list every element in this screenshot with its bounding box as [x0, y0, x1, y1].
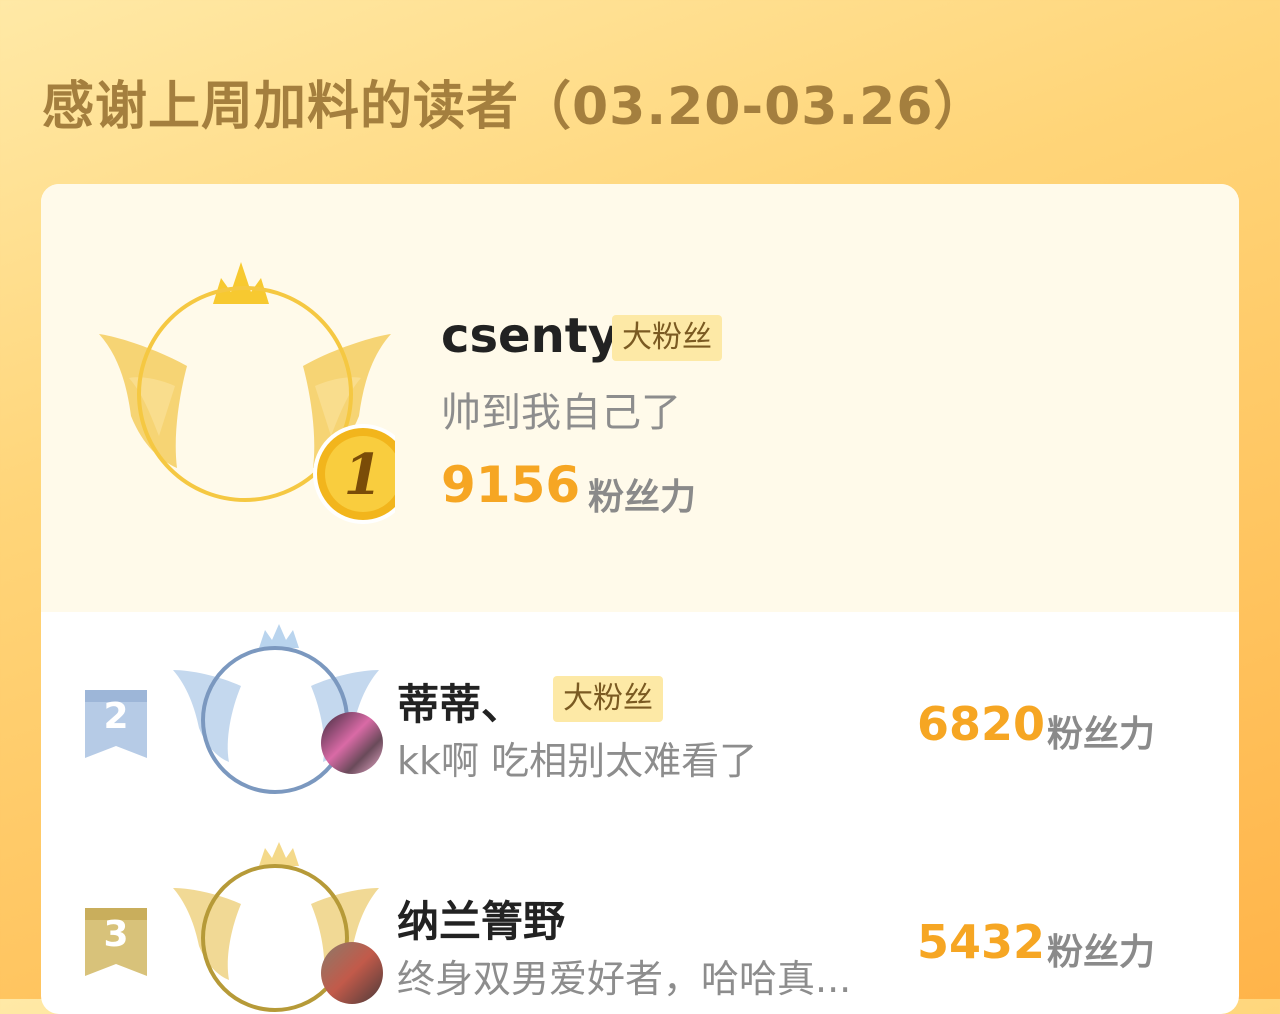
reader-message: 终身双男爱好者，哈哈真...: [397, 957, 852, 1001]
fan-level-tag: 大粉丝: [612, 315, 722, 361]
top-reader-section[interactable]: 1 csenty 大粉丝 帅到我自己了 9156 粉丝力: [41, 184, 1239, 612]
rank-3-number: 3: [103, 914, 129, 955]
crown-icon: [259, 624, 299, 648]
crown-icon: [259, 842, 299, 866]
rank-1-badge: 1: [343, 442, 383, 508]
left-wing-icon: [99, 334, 187, 468]
page-title: 感谢上周加料的读者（03.20-03.26）: [42, 77, 987, 137]
avatar: [321, 712, 383, 774]
fan-power-label: 粉丝力: [1047, 714, 1156, 755]
fan-power-score: 5432: [917, 915, 1046, 969]
avatar: [321, 942, 383, 1004]
reader-name[interactable]: 纳兰箐野: [397, 888, 565, 949]
gold-avatar-frame: 1: [95, 256, 395, 536]
rank-2-number: 2: [103, 696, 129, 737]
fan-power-score: 6820: [917, 697, 1046, 751]
fan-power-label: 粉丝力: [1047, 932, 1156, 973]
rank-ribbon-silver: 2: [85, 690, 147, 762]
fan-level-tag: 大粉丝: [553, 676, 663, 722]
reader-name[interactable]: csenty: [441, 308, 619, 364]
rank-ribbon-bronze: 3: [85, 908, 147, 980]
ranking-card: 1 csenty 大粉丝 帅到我自己了 9156 粉丝力 2 蒂蒂、 大粉丝 k…: [41, 184, 1239, 1014]
crown-icon: [213, 262, 269, 304]
fan-power-label: 粉丝力: [588, 477, 697, 518]
bronze-avatar-frame: [171, 842, 383, 1014]
reader-message: kk啊 吃相别太难看了: [397, 739, 758, 783]
reader-message: 帅到我自己了: [441, 390, 681, 436]
silver-avatar-frame: [171, 624, 383, 814]
reader-name[interactable]: 蒂蒂、: [397, 671, 523, 732]
fan-power-score: 9156: [441, 456, 581, 514]
